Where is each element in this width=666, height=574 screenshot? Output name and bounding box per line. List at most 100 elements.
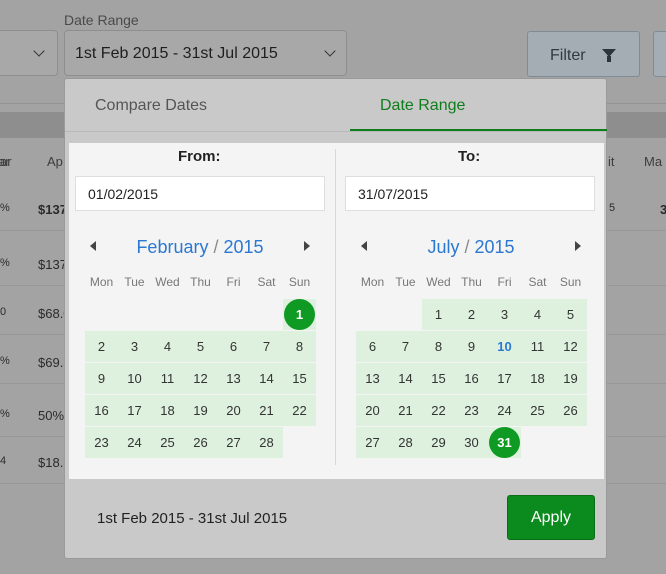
chevron-down-icon — [324, 45, 336, 57]
calendar-day[interactable]: 23 — [85, 427, 118, 458]
calendar-day[interactable]: 5 — [554, 299, 587, 330]
tab-compare-dates[interactable]: Compare Dates — [95, 97, 207, 115]
table-cell: 50% — [38, 408, 65, 423]
calendar-day[interactable]: 4 — [521, 299, 554, 330]
secondary-select[interactable] — [0, 30, 58, 76]
date-range-select[interactable]: 1st Feb 2015 - 31st Jul 2015 — [64, 30, 347, 76]
calendar-day[interactable]: 8 — [422, 331, 455, 362]
calendar-day[interactable]: 23 — [455, 395, 488, 426]
calendar-day[interactable]: 11 — [151, 363, 184, 394]
table-cell: 4 — [0, 455, 7, 467]
calendar-day[interactable]: 10 — [118, 363, 151, 394]
table-cell: 0 — [0, 306, 7, 318]
calendar-day[interactable]: 26 — [554, 395, 587, 426]
weekday-label: Sun — [559, 275, 582, 289]
calendar-day[interactable]: 26 — [184, 427, 217, 458]
weekday-label: Sun — [288, 275, 311, 289]
column-header: it — [608, 154, 615, 169]
calendar-day[interactable]: 28 — [250, 427, 283, 458]
calendar-day[interactable]: 5 — [184, 331, 217, 362]
calendar-day[interactable]: 25 — [521, 395, 554, 426]
calendar-day[interactable]: 9 — [455, 331, 488, 362]
calendar-day[interactable]: 15 — [422, 363, 455, 394]
calendar-day[interactable]: 20 — [217, 395, 250, 426]
column-header: Ap — [47, 154, 63, 169]
calendar-day[interactable]: 14 — [250, 363, 283, 394]
calendar-day[interactable]: 21 — [250, 395, 283, 426]
calendar-day[interactable]: 24 — [118, 427, 151, 458]
calendar-day[interactable]: 21 — [389, 395, 422, 426]
apply-button[interactable]: Apply — [507, 495, 595, 540]
selected-day[interactable]: 1 — [283, 299, 316, 330]
to-month-title: July / 2015 — [427, 237, 515, 257]
calendar-day[interactable]: 6 — [356, 331, 389, 362]
next-month-icon[interactable] — [575, 241, 581, 251]
calendar-day[interactable]: 18 — [151, 395, 184, 426]
calendar-day[interactable]: 3 — [488, 299, 521, 330]
weekday-label: Wed — [155, 275, 180, 289]
calendar-day[interactable]: 13 — [217, 363, 250, 394]
calendar-day[interactable]: 19 — [554, 363, 587, 394]
calendar-day[interactable]: 4 — [151, 331, 184, 362]
calendar-day[interactable]: 27 — [356, 427, 389, 458]
date-range-label: Date Range — [64, 12, 139, 28]
calendar-day[interactable]: 29 — [422, 427, 455, 458]
table-cell: % — [0, 408, 10, 420]
calendar-divider — [335, 149, 336, 465]
month-name[interactable]: February — [136, 237, 208, 257]
next-month-icon[interactable] — [304, 241, 310, 251]
column-header: ar — [0, 154, 10, 169]
weekday-label: Fri — [226, 275, 241, 289]
calendar-day[interactable]: 25 — [151, 427, 184, 458]
from-date-input[interactable] — [75, 176, 325, 211]
calendar-day[interactable]: 1 — [422, 299, 455, 330]
calendar-day[interactable]: 19 — [184, 395, 217, 426]
calendar-day[interactable]: 17 — [118, 395, 151, 426]
calendar-day[interactable]: 12 — [184, 363, 217, 394]
calendar-day[interactable]: 20 — [356, 395, 389, 426]
year-name[interactable]: 2015 — [475, 237, 515, 257]
calendar-day[interactable]: 27 — [217, 427, 250, 458]
calendar-day[interactable]: 16 — [455, 363, 488, 394]
calendar-day[interactable]: 17 — [488, 363, 521, 394]
calendar-day[interactable]: 3 — [118, 331, 151, 362]
calendar-day[interactable]: 18 — [521, 363, 554, 394]
secondary-button[interactable] — [653, 31, 666, 77]
tab-date-range[interactable]: Date Range — [380, 97, 465, 115]
calendar-day[interactable]: 6 — [217, 331, 250, 362]
from-label: From: — [178, 148, 221, 165]
calendar-day[interactable]: 22 — [422, 395, 455, 426]
column-header: Ma — [644, 154, 663, 169]
calendar-day[interactable]: 7 — [389, 331, 422, 362]
selected-day-marker: 1 — [284, 299, 315, 330]
calendar-day[interactable]: 22 — [283, 395, 316, 426]
calendar-day[interactable]: 16 — [85, 395, 118, 426]
calendar-day[interactable]: 8 — [283, 331, 316, 362]
calendar-day[interactable]: 15 — [283, 363, 316, 394]
month-name[interactable]: July — [427, 237, 459, 257]
calendar-day[interactable]: 2 — [455, 299, 488, 330]
from-month-nav: February / 2015 — [85, 235, 315, 259]
calendar-panel: From: To: February / 2015 July / 2015 Mo… — [69, 143, 604, 479]
weekday-label: Thu — [190, 275, 211, 289]
year-name[interactable]: 2015 — [224, 237, 264, 257]
filter-button[interactable]: Filter — [527, 31, 640, 77]
calendar-day[interactable]: 11 — [521, 331, 554, 362]
date-range-popover: Compare Dates Date Range From: To: Febru… — [64, 78, 607, 559]
calendar-day[interactable]: 9 — [85, 363, 118, 394]
selected-day[interactable]: 31 — [488, 427, 521, 458]
calendar-day[interactable]: 13 — [356, 363, 389, 394]
calendar-day[interactable]: 10 — [488, 331, 521, 362]
to-date-input[interactable] — [345, 176, 595, 211]
calendar-day[interactable]: 30 — [455, 427, 488, 458]
selected-day-marker: 31 — [489, 427, 520, 458]
calendar-day[interactable]: 14 — [389, 363, 422, 394]
active-tab-indicator — [350, 129, 607, 131]
calendar-day[interactable]: 24 — [488, 395, 521, 426]
calendar-day[interactable]: 12 — [554, 331, 587, 362]
calendar-day[interactable]: 7 — [250, 331, 283, 362]
chevron-down-icon — [33, 45, 45, 57]
calendar-day[interactable]: 2 — [85, 331, 118, 362]
weekday-label: Tue — [124, 275, 145, 289]
calendar-day[interactable]: 28 — [389, 427, 422, 458]
